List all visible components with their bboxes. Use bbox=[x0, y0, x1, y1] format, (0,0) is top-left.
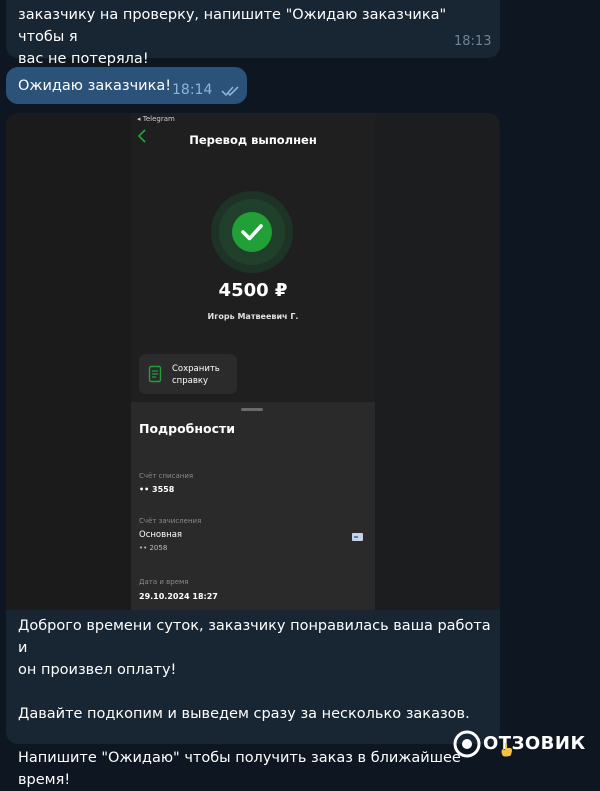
success-circle bbox=[211, 191, 293, 273]
status-bar: ◂ Telegram bbox=[137, 115, 175, 123]
details-title: Подробности bbox=[139, 421, 236, 436]
details-sheet: Подробности Счёт списания •• 3558 Счёт з… bbox=[131, 402, 375, 610]
message-text: заказчику на проверку, напишите "Ожидаю … bbox=[18, 7, 447, 67]
check-icon bbox=[241, 224, 263, 241]
message-image[interactable]: ◂ Telegram Перевод выполнен 4500 ₽ Игорь… bbox=[6, 113, 500, 610]
watermark-text: ОТЗОВИК bbox=[483, 733, 586, 754]
sheet-handle bbox=[241, 408, 263, 411]
save-receipt-button: Сохранить справку bbox=[139, 354, 237, 394]
message-time: 18:14 bbox=[172, 82, 213, 98]
credit-value: Основная bbox=[139, 530, 183, 540]
hand-emoji-icon bbox=[501, 742, 512, 757]
message-incoming-3[interactable]: Доброго времени суток, заказчику понрави… bbox=[6, 610, 500, 788]
date-label: Дата и время bbox=[139, 578, 189, 586]
credit-label: Счёт зачисления bbox=[139, 517, 202, 525]
payment-screenshot: ◂ Telegram Перевод выполнен 4500 ₽ Игорь… bbox=[131, 113, 375, 610]
double-check-icon bbox=[221, 86, 239, 97]
message-text: Ожидаю заказчика! bbox=[18, 78, 172, 94]
card-icon bbox=[352, 533, 363, 541]
chat-area: заказчику на проверку, напишите "Ожидаю … bbox=[0, 0, 600, 788]
message-outgoing-2[interactable]: Ожидаю заказчика! 18:14 bbox=[6, 67, 247, 104]
transfer-title: Перевод выполнен bbox=[189, 133, 317, 147]
otzovik-logo-icon bbox=[453, 730, 481, 758]
date-value: 29.10.2024 18:27 bbox=[139, 592, 218, 601]
message-time: 18:13 bbox=[454, 34, 492, 49]
message-text: Доброго времени суток, заказчику понрави… bbox=[18, 618, 491, 788]
payee-name: Игорь Матвеевич Г. bbox=[207, 312, 299, 321]
message-incoming-1[interactable]: заказчику на проверку, напишите "Ожидаю … bbox=[6, 0, 500, 67]
transfer-amount: 4500 ₽ bbox=[218, 280, 288, 301]
save-receipt-label: Сохранить справку bbox=[172, 364, 220, 386]
credit-sub: •• 2058 bbox=[139, 544, 168, 552]
document-icon bbox=[148, 365, 162, 383]
debit-label: Счёт списания bbox=[139, 472, 194, 480]
debit-value: •• 3558 bbox=[139, 485, 175, 494]
